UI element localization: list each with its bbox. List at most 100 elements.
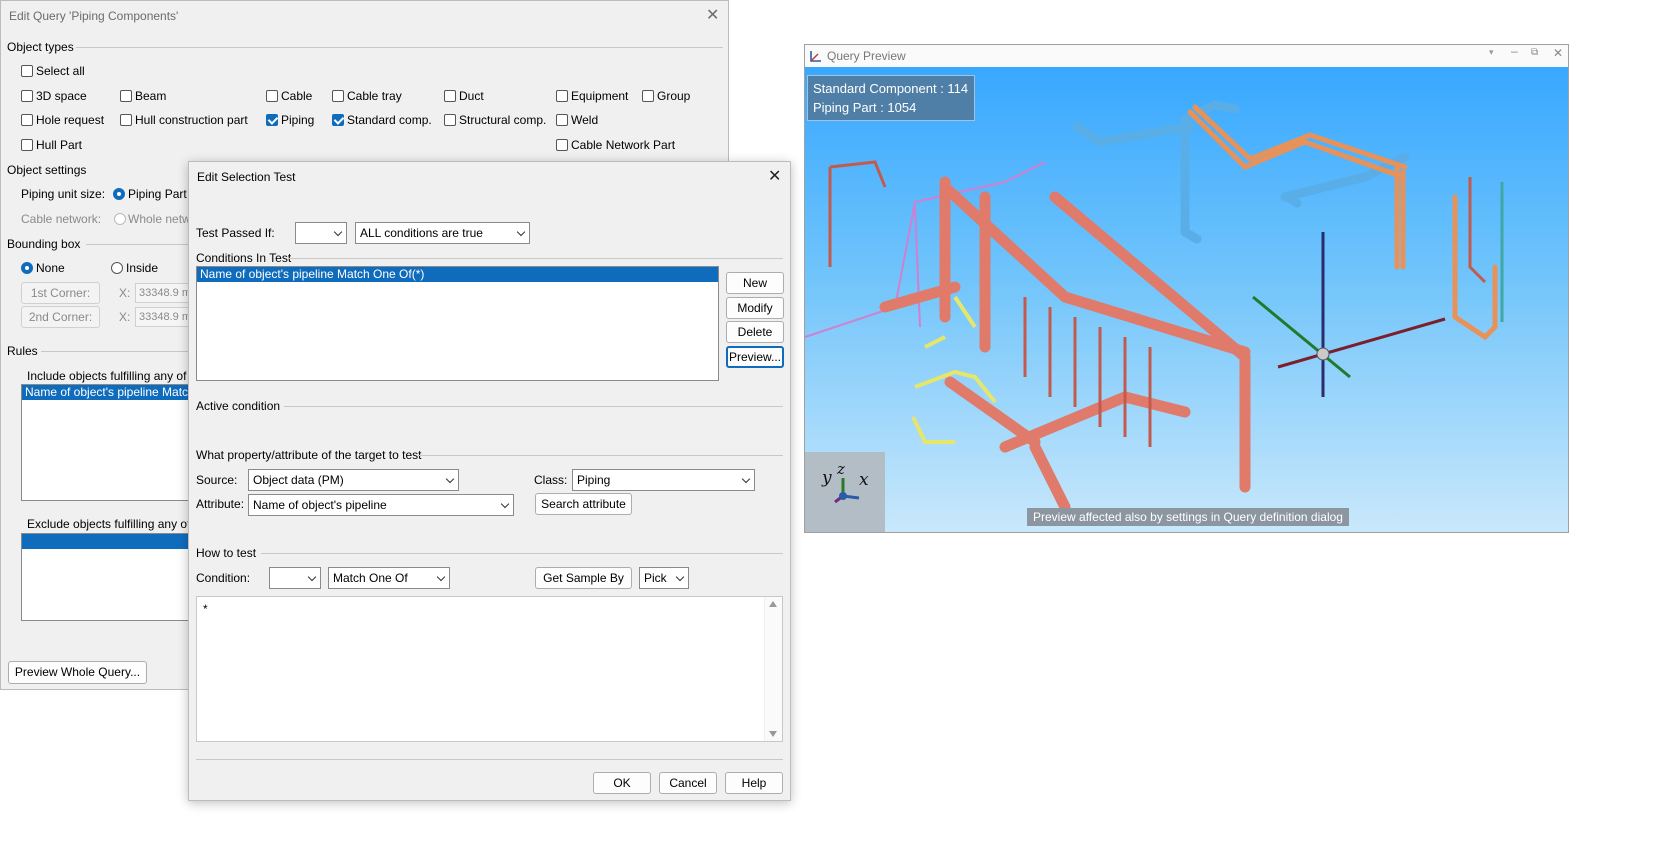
conditions-list[interactable]: Name of object's pipeline Match One Of(*… <box>196 266 719 381</box>
select-value: ALL conditions are true <box>360 226 483 240</box>
weld-checkbox[interactable] <box>556 114 568 126</box>
restore-icon[interactable]: ⧉ <box>1531 47 1538 58</box>
class-select[interactable]: Piping <box>572 469 755 491</box>
bounding-box-heading: Bounding box <box>7 237 81 251</box>
chevron-down-icon <box>675 572 685 582</box>
none-radio[interactable] <box>21 262 33 274</box>
equipment-checkbox[interactable] <box>556 90 568 102</box>
chevron-down-icon <box>436 572 446 582</box>
hull-part-label: Hull Part <box>36 138 83 152</box>
edit-selection-test-dialog: Edit Selection Test ✕ Test Passed If: AL… <box>188 161 791 801</box>
first-corner-button[interactable]: 1st Corner: <box>21 282 100 304</box>
second-corner-button[interactable]: 2nd Corner: <box>21 306 100 328</box>
ok-button[interactable]: OK <box>593 772 651 794</box>
list-item[interactable] <box>22 534 190 549</box>
group-label: Group <box>657 89 691 103</box>
inside-label: Inside <box>126 261 159 275</box>
axes-icon <box>810 51 821 62</box>
scroll-up-icon[interactable] <box>769 601 777 607</box>
preview-button[interactable]: Preview... <box>726 346 784 368</box>
sample-method-select[interactable]: Pick <box>639 567 689 589</box>
list-item[interactable]: Name of object's pipeline Match One Of(*… <box>197 267 718 282</box>
standard-component-count: Standard Component : 114 <box>813 81 969 96</box>
piping-part-radio[interactable] <box>113 188 125 200</box>
divider <box>196 759 783 760</box>
hole-request-checkbox[interactable] <box>21 114 33 126</box>
x-label: X: <box>119 286 131 300</box>
chevron-down-icon <box>307 572 317 582</box>
exclude-rules-list[interactable] <box>21 533 191 621</box>
test-passed-label: Test Passed If: <box>196 226 275 240</box>
piping-checkbox[interactable] <box>266 114 278 126</box>
standard-comp-checkbox[interactable] <box>332 114 344 126</box>
group-checkbox[interactable] <box>642 90 654 102</box>
duct-checkbox[interactable] <box>444 90 456 102</box>
new-button[interactable]: New <box>726 272 784 294</box>
select-value: Name of object's pipeline <box>253 498 387 512</box>
divider <box>261 553 783 554</box>
beam-label: Beam <box>135 89 167 103</box>
standard-comp-label: Standard comp. <box>347 113 432 127</box>
scroll-down-icon[interactable] <box>769 731 777 737</box>
dropdown-icon[interactable]: ▾ <box>1489 47 1494 58</box>
cancel-button[interactable]: Cancel <box>659 772 717 794</box>
preview-title: Query Preview <box>827 49 906 63</box>
object-settings-heading: Object settings <box>7 163 87 177</box>
close-icon[interactable]: ✕ <box>1553 46 1563 60</box>
cable-checkbox[interactable] <box>266 90 278 102</box>
get-sample-button[interactable]: Get Sample By <box>535 567 632 589</box>
cable-tray-checkbox[interactable] <box>332 90 344 102</box>
preview-3d-viewport[interactable]: Standard Component : 114 Piping Part : 1… <box>805 67 1568 532</box>
divider <box>284 406 783 407</box>
active-condition-heading: Active condition <box>196 399 281 413</box>
beam-checkbox[interactable] <box>120 90 132 102</box>
values-textarea[interactable]: * <box>196 596 783 742</box>
include-rules-list[interactable]: Name of object's pipeline Match <box>21 384 191 501</box>
hull-part-checkbox[interactable] <box>21 139 33 151</box>
query-preview-window: Query Preview ▾ – ⧉ ✕ Standard Component… <box>804 44 1569 533</box>
axis-x-label: x <box>859 470 869 490</box>
condition-label: Condition: <box>196 571 251 585</box>
3d-space-checkbox[interactable] <box>21 90 33 102</box>
delete-button[interactable]: Delete <box>726 321 784 343</box>
cable-label: Cable <box>281 89 313 103</box>
values-text: * <box>203 602 208 616</box>
divider <box>289 258 783 259</box>
select-all-checkbox[interactable] <box>21 65 33 77</box>
minimize-icon[interactable]: – <box>1511 44 1518 58</box>
test-passed-prefix-select[interactable] <box>295 222 347 244</box>
divider <box>41 351 191 352</box>
hull-construction-part-checkbox[interactable] <box>120 114 132 126</box>
scrollbar[interactable] <box>764 597 782 741</box>
list-item[interactable]: Name of object's pipeline Match <box>22 385 190 400</box>
select-all-label: Select all <box>36 64 85 78</box>
test-passed-select[interactable]: ALL conditions are true <box>355 222 530 244</box>
piping-unit-size-label: Piping unit size: <box>21 187 106 201</box>
structural-comp-checkbox[interactable] <box>444 114 456 126</box>
condition-select[interactable]: Match One Of <box>328 567 450 589</box>
select-value: Pick <box>644 571 667 585</box>
duct-label: Duct <box>459 89 484 103</box>
source-label: Source: <box>196 473 238 487</box>
modify-button[interactable]: Modify <box>726 297 784 319</box>
cable-network-part-checkbox[interactable] <box>556 139 568 151</box>
inside-radio[interactable] <box>111 262 123 274</box>
close-icon[interactable]: ✕ <box>706 5 719 25</box>
second-corner-x-field[interactable]: 33348.9 mi <box>135 307 191 327</box>
none-label: None <box>36 261 65 275</box>
dialog-title: Edit Query 'Piping Components' <box>9 9 179 23</box>
search-attribute-button[interactable]: Search attribute <box>535 493 632 515</box>
attribute-select[interactable]: Name of object's pipeline <box>248 494 514 516</box>
close-icon[interactable]: ✕ <box>768 166 781 186</box>
first-corner-x-field[interactable]: 33348.9 mi <box>135 283 191 303</box>
source-select[interactable]: Object data (PM) <box>248 469 459 491</box>
preview-whole-query-button[interactable]: Preview Whole Query... <box>8 661 147 684</box>
select-value: Piping <box>577 473 611 487</box>
help-button[interactable]: Help <box>725 772 783 794</box>
axis-indicator[interactable]: y z x <box>805 452 885 532</box>
chevron-down-icon <box>333 227 343 237</box>
condition-prefix-select[interactable] <box>269 567 321 589</box>
dialog-title: Edit Selection Test <box>197 170 296 184</box>
whole-network-radio[interactable] <box>114 213 126 225</box>
divider <box>86 244 191 245</box>
